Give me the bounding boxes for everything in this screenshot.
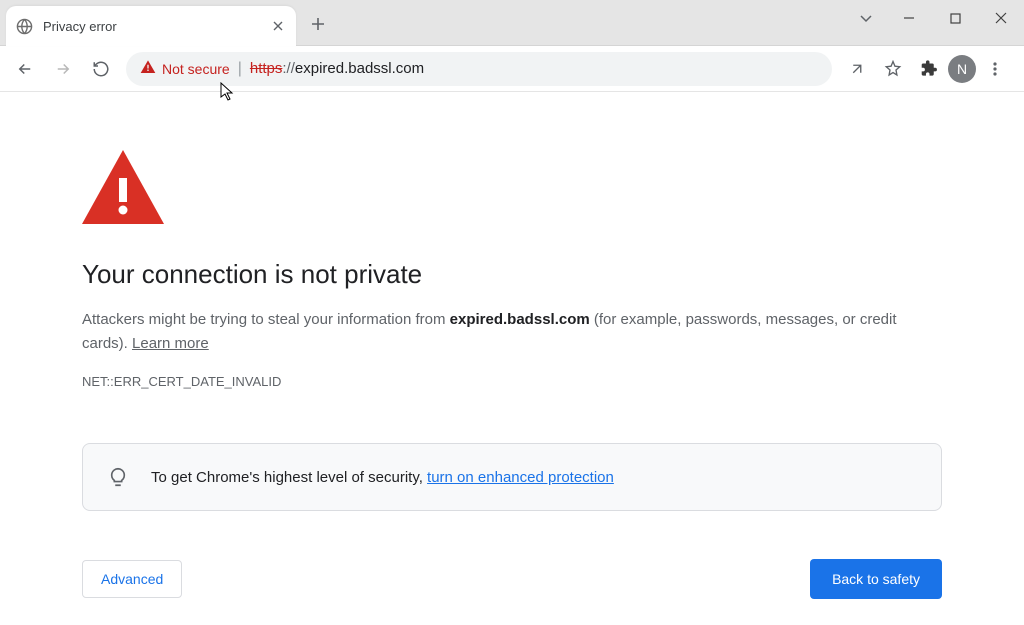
security-indicator[interactable]: Not secure bbox=[140, 59, 230, 78]
warning-icon bbox=[82, 150, 942, 229]
lightbulb-icon bbox=[107, 466, 129, 488]
url-scheme: https bbox=[250, 60, 283, 77]
tab-title: Privacy error bbox=[43, 19, 270, 34]
body-domain: expired.badssl.com bbox=[450, 311, 590, 328]
share-button[interactable] bbox=[840, 52, 874, 86]
url-host: expired.badssl.com bbox=[295, 60, 424, 77]
error-headline: Your connection is not private bbox=[82, 259, 942, 290]
advanced-button[interactable]: Advanced bbox=[82, 560, 182, 598]
reload-button[interactable] bbox=[84, 52, 118, 86]
address-bar[interactable]: Not secure | https://expired.badssl.com bbox=[126, 52, 832, 86]
caret-down-icon[interactable] bbox=[846, 0, 886, 36]
learn-more-link[interactable]: Learn more bbox=[132, 335, 209, 352]
tab-close-button[interactable] bbox=[270, 18, 286, 34]
enhanced-protection-infobox: To get Chrome's highest level of securit… bbox=[82, 443, 942, 511]
menu-button[interactable] bbox=[978, 52, 1012, 86]
titlebar: Privacy error bbox=[0, 0, 1024, 46]
bookmark-button[interactable] bbox=[876, 52, 910, 86]
minimize-button[interactable] bbox=[886, 0, 932, 36]
infobox-message: To get Chrome's highest level of securit… bbox=[151, 469, 614, 486]
maximize-button[interactable] bbox=[932, 0, 978, 36]
warning-triangle-icon bbox=[140, 59, 156, 78]
back-to-safety-button[interactable]: Back to safety bbox=[810, 559, 942, 599]
info-pre: To get Chrome's highest level of securit… bbox=[151, 469, 427, 486]
security-label: Not secure bbox=[162, 61, 230, 77]
enhanced-protection-link[interactable]: turn on enhanced protection bbox=[427, 469, 614, 486]
browser-tab[interactable]: Privacy error bbox=[6, 6, 296, 46]
window-controls bbox=[846, 0, 1024, 36]
interstitial: Your connection is not private Attackers… bbox=[0, 150, 1024, 599]
extensions-button[interactable] bbox=[912, 52, 946, 86]
url-separator: :// bbox=[282, 60, 295, 77]
globe-icon bbox=[16, 18, 33, 35]
toolbar: Not secure | https://expired.badssl.com … bbox=[0, 46, 1024, 92]
close-window-button[interactable] bbox=[978, 0, 1024, 36]
error-body: Attackers might be trying to steal your … bbox=[82, 308, 902, 356]
body-pre: Attackers might be trying to steal your … bbox=[82, 311, 450, 328]
button-row: Advanced Back to safety bbox=[82, 559, 942, 599]
back-button[interactable] bbox=[8, 52, 42, 86]
avatar-initial: N bbox=[957, 61, 967, 77]
forward-button[interactable] bbox=[46, 52, 80, 86]
profile-avatar[interactable]: N bbox=[948, 55, 976, 83]
new-tab-button[interactable] bbox=[308, 14, 328, 34]
error-code: NET::ERR_CERT_DATE_INVALID bbox=[82, 374, 942, 389]
url-text: https://expired.badssl.com bbox=[250, 60, 424, 77]
omnibox-divider: | bbox=[238, 60, 242, 78]
